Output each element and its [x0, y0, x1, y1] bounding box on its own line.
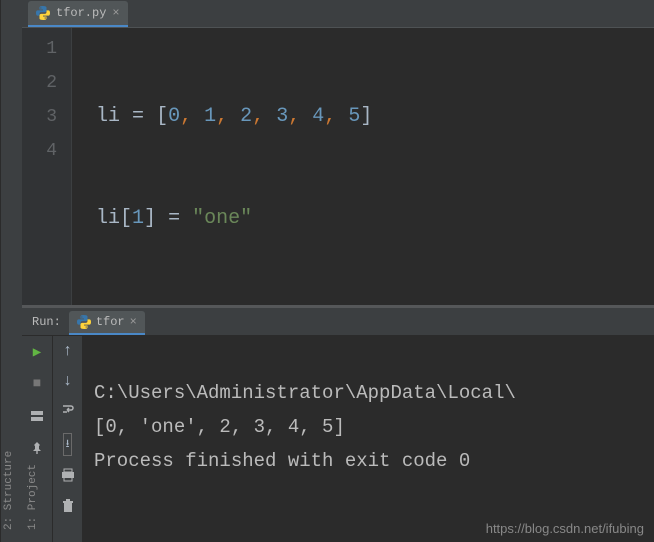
- run-body: ▶ ■ ↑ ↓ ⭳ C:\Users\Administrator\AppData…: [22, 336, 654, 542]
- code-editor[interactable]: 1 2 3 4 li = [0, 1, 2, 3, 4, 5] li[1] = …: [22, 28, 654, 305]
- close-icon[interactable]: ×: [130, 315, 137, 329]
- left-tool-strip: 2: Structure 1: Project: [0, 0, 22, 542]
- code-line: li = [0, 1, 2, 3, 4, 5]: [96, 100, 654, 134]
- watermark: https://blog.csdn.net/ifubing: [486, 521, 644, 536]
- down-arrow-icon[interactable]: ↓: [63, 372, 73, 390]
- editor-tab-bar: tfor.py ×: [22, 0, 654, 28]
- editor-tab-filename: tfor.py: [56, 6, 106, 20]
- print-icon[interactable]: [61, 468, 75, 487]
- close-icon[interactable]: ×: [112, 6, 119, 20]
- console-line: Process finished with exit code 0: [94, 444, 642, 478]
- run-header: Run: tfor ×: [22, 308, 654, 336]
- code-line: li[1] = "one": [96, 202, 654, 236]
- tool-window-structure[interactable]: 2: Structure: [1, 0, 17, 536]
- run-tab-name: tfor: [96, 315, 125, 329]
- run-panel: Run: tfor × ▶ ■ ↑ ↓ ⭳: [22, 308, 654, 542]
- console-output[interactable]: C:\Users\Administrator\AppData\Local\[0,…: [82, 336, 654, 542]
- code-pane[interactable]: li = [0, 1, 2, 3, 4, 5] li[1] = "one" pr…: [72, 28, 654, 305]
- main-area: tfor.py × 1 2 3 4 li = [0, 1, 2, 3, 4, 5…: [22, 0, 654, 542]
- up-arrow-icon[interactable]: ↑: [63, 342, 73, 360]
- soft-wrap-icon[interactable]: [61, 402, 75, 421]
- console-line: [0, 'one', 2, 3, 4, 5]: [94, 410, 642, 444]
- python-file-icon: [77, 315, 91, 329]
- trash-icon[interactable]: [61, 499, 75, 518]
- tool-window-project[interactable]: 1: Project: [25, 0, 41, 536]
- run-tool-column-2: ↑ ↓ ⭳: [52, 336, 82, 542]
- scroll-to-end-icon[interactable]: ⭳: [63, 433, 73, 456]
- console-line: C:\Users\Administrator\AppData\Local\: [94, 376, 642, 410]
- editor-tab[interactable]: tfor.py ×: [28, 1, 128, 27]
- run-tab[interactable]: tfor ×: [69, 311, 145, 335]
